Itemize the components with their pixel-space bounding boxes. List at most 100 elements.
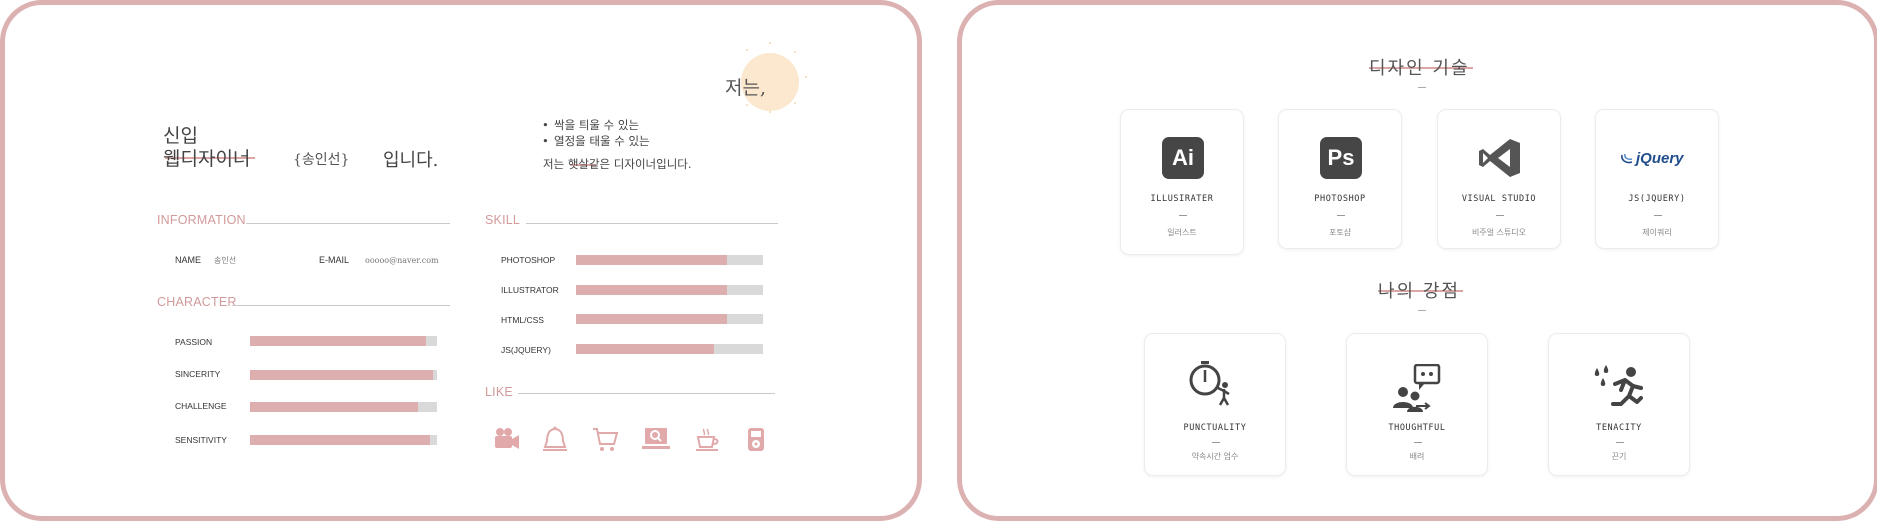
name-value: 송인선 [214,256,237,265]
card-dash [1496,215,1504,216]
information-title: INFORMATION [157,213,246,227]
character-bar-fill [250,336,426,346]
skill-title: SKILL [485,213,521,227]
skill-bar-fill [576,314,728,324]
skill-label: JS(JQUERY) [501,345,551,355]
skill-label: ILLUSTRATOR [501,285,559,295]
card-sub: 약속시간 엄수 [1191,452,1239,461]
sun-ray [805,76,807,78]
character-bar-track [250,370,437,380]
music-player-icon [748,428,764,451]
intro-label: 저는, [725,77,766,99]
card-dash [1212,442,1220,443]
card-dash [1414,442,1422,443]
strength-card[interactable]: THOUGHTFUL 배려 [1346,333,1488,476]
card-sub: 일러스트 [1167,228,1197,237]
skill-label: PHOTOSHOP [501,255,556,265]
skill-card[interactable]: Ps PHOTOSHOP 포토샵 [1278,109,1402,249]
character-bar-track [250,336,437,346]
sun-ray [769,42,771,44]
design-skills-title: 디자인 기술 [1369,58,1470,79]
card-name: PHOTOSHOP [1314,194,1366,204]
character-bar-track [250,435,437,445]
strengths-title: 나의 강점 [1378,281,1460,302]
bell-icon [543,426,567,451]
strength-card[interactable]: TENACITY 끈기 [1548,333,1690,476]
card-dash [1654,215,1662,216]
skill-bar-fill [576,285,728,295]
sun-ray [746,49,748,51]
skill-label: HTML/CSS [501,315,544,325]
bullet-item: 싹을 틔울 수 있는 [542,117,650,133]
skill-card[interactable]: VISUAL STUDIO 비주얼 스튜디오 [1437,109,1561,249]
intro-bullets: 싹을 틔울 수 있는 열정을 태울 수 있는 [542,117,650,149]
shopping-cart-icon [593,428,619,451]
card-sub: 제이쿼리 [1642,228,1672,237]
skill-card[interactable]: Ai ILLUSIRATER 일러스트 [1120,109,1244,255]
card-dash [1179,215,1187,216]
conversation-icon [1393,364,1441,412]
card-name: ILLUSIRATER [1150,194,1214,204]
like-title: LIKE [485,385,513,399]
title-dash [1418,87,1426,88]
sun-ray [794,51,796,53]
card-dash [1616,442,1624,443]
skill-bar-fill [576,344,715,354]
jquery-logo-icon: jQuery [1620,148,1700,168]
character-title: CHARACTER [157,295,237,309]
card-sub: 배려 [1409,452,1425,461]
section-rule [518,393,775,394]
running-person-icon [1594,365,1643,406]
email-value[interactable]: ooooo@naver.com [365,256,439,265]
character-label: SENSITIVITY [175,435,227,445]
name-tag: {송인선} [293,152,350,168]
headline-end: 입니다. [383,150,439,171]
email-key: E-MAIL [319,255,350,265]
character-bar-fill [250,435,430,445]
character-bar-fill [250,370,434,380]
video-camera-icon [495,428,519,449]
skill-bar-track [576,344,763,354]
jquery-swirl-icon [1621,153,1633,164]
title-dash [1418,310,1426,311]
card-sub: 비주얼 스튜디오 [1471,228,1527,237]
strength-card[interactable]: PUNCTUALITY 약속시간 엄수 [1144,333,1286,476]
skill-bar-track [576,285,763,295]
coffee-cup-icon [696,428,719,451]
card-name: THOUGHTFUL [1388,423,1446,433]
headline-line2: 웹디자이너 [163,148,251,170]
laptop-search-icon [642,428,670,449]
stopwatch-person-icon [1189,361,1230,406]
sun-ray [746,104,748,106]
skill-card[interactable]: jQuery JS(JQUERY) 제이쿼리 [1595,109,1719,249]
intro-summary: 저는 햇살같은 디자이너입니다. [543,157,692,171]
name-key: NAME [175,255,202,265]
character-label: PASSION [175,337,213,347]
sun-ray [794,102,796,104]
sun-ray [769,111,771,113]
card-name: VISUAL STUDIO [1461,194,1537,204]
profile-panel: 저는, 신입 웹디자이너 {송인선} 입니다. 싹을 틔울 수 있는 열정을 태… [0,0,922,521]
visual-studio-logo-icon [1479,139,1520,177]
section-rule [526,223,778,224]
card-sub: 포토샵 [1328,228,1352,237]
character-bar-fill [250,402,419,412]
jquery-wordmark: jQuery [1636,149,1684,167]
character-label: CHALLENGE [175,401,227,411]
card-name: TENACITY [1596,423,1642,433]
bullet-item: 열정을 태울 수 있는 [542,133,650,149]
character-bar-track [250,402,437,412]
card-sub: 끈기 [1611,452,1627,461]
section-rule [232,305,450,306]
card-name: JS(JQUERY) [1628,194,1686,204]
skill-bar-fill [576,255,728,265]
skill-bar-track [576,314,763,324]
photoshop-logo-icon: Ps [1320,137,1362,179]
card-dash [1337,215,1345,216]
card-name: PUNCTUALITY [1183,423,1247,433]
skill-bar-track [576,255,763,265]
skills-panel: 디자인 기술 Ai ILLUSIRATER 일러스트 Ps PHOTOSHOP … [957,0,1877,521]
illustrator-logo-icon: Ai [1162,137,1204,179]
section-rule [246,223,450,224]
character-label: SINCERITY [175,369,221,379]
